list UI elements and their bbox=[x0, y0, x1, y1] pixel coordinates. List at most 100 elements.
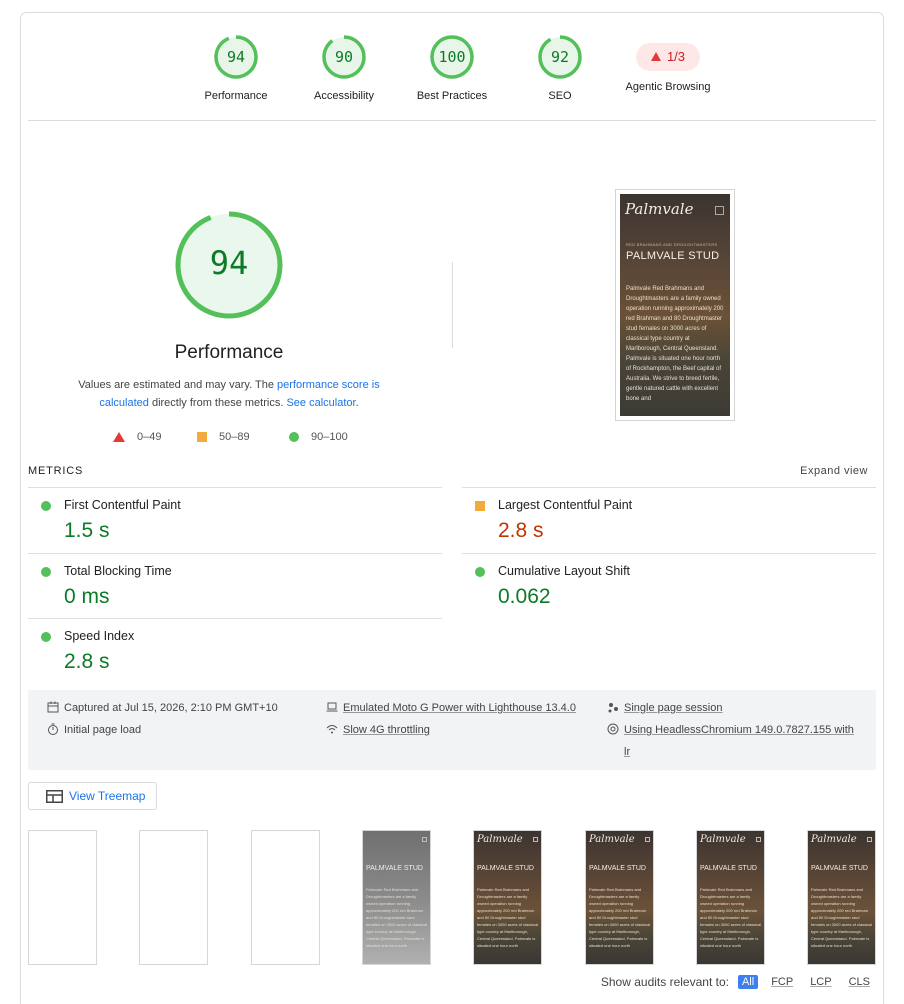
frame-heading: PALMVALE STUD bbox=[477, 865, 534, 872]
session-text: Single page session bbox=[624, 702, 723, 714]
browser-text: lr bbox=[624, 746, 631, 758]
metric-tbt: Total Blocking Time 0 ms bbox=[28, 553, 442, 619]
laptop-icon bbox=[326, 702, 338, 712]
performance-gauge: 94 bbox=[174, 210, 284, 320]
filmstrip-frame bbox=[28, 830, 97, 965]
legend-pass: 90–100 bbox=[289, 430, 348, 444]
warning-triangle-icon bbox=[650, 52, 661, 61]
menu-icon bbox=[715, 206, 724, 215]
treemap-label: View Treemap bbox=[69, 789, 146, 803]
session-type[interactable]: Single page session bbox=[607, 697, 722, 719]
menu-icon bbox=[645, 837, 650, 842]
menu-icon bbox=[867, 837, 872, 842]
gauge-label: Agentic Browsing bbox=[625, 81, 711, 93]
agentic-badge: 1/3 bbox=[636, 43, 700, 71]
gauge-label: Accessibility bbox=[314, 90, 374, 102]
metric-cls: Cumulative Layout Shift 0.062 bbox=[462, 553, 876, 619]
performance-score: 94 bbox=[209, 244, 249, 282]
screenshot-image: Palmvale RED BRAHMANS AND DROUGHTMASTERS… bbox=[620, 194, 730, 416]
runtime-settings: Captured at Jul 15, 2026, 2:10 PM GMT+10… bbox=[28, 690, 876, 770]
browser-text: Using HeadlessChromium 149.0.7827.155 wi… bbox=[624, 724, 854, 736]
filter-lcp[interactable]: LCP bbox=[806, 975, 835, 989]
metric-name: Total Blocking Time bbox=[64, 564, 172, 578]
treemap-icon bbox=[46, 790, 63, 803]
desc-text: directly from these metrics. bbox=[148, 397, 287, 409]
frame-body: Palmvale Red Brahmans and Droughtmasters… bbox=[366, 887, 428, 948]
desc-text: Values are estimated and may vary. The bbox=[78, 379, 277, 391]
filmstrip-frame: PALMVALE STUD Palmvale Red Brahmans and … bbox=[362, 830, 431, 965]
fail-triangle-icon bbox=[113, 432, 125, 442]
view-treemap-button[interactable]: View Treemap bbox=[28, 782, 157, 810]
gauge-performance[interactable]: 94 Performance bbox=[181, 34, 291, 102]
final-screenshot[interactable]: Palmvale RED BRAHMANS AND DROUGHTMASTERS… bbox=[615, 189, 735, 421]
agentic-value: 1/3 bbox=[666, 49, 686, 64]
gauge-score: 94 bbox=[226, 48, 246, 66]
gauge-seo[interactable]: 92 SEO bbox=[505, 34, 615, 102]
filter-cls[interactable]: CLS bbox=[845, 975, 874, 989]
gauge-score: 90 bbox=[334, 48, 354, 66]
calendar-icon bbox=[47, 701, 59, 713]
filmstrip-frame: Palmvale PALMVALE STUD Palmvale Red Brah… bbox=[473, 830, 542, 965]
legend-average: 50–89 bbox=[197, 430, 250, 444]
pass-circle-icon bbox=[41, 567, 51, 577]
filmstrip-frame: Palmvale PALMVALE STUD Palmvale Red Brah… bbox=[696, 830, 765, 965]
gauge-label: Best Practices bbox=[416, 90, 488, 102]
frame-heading: PALMVALE STUD bbox=[700, 865, 757, 872]
frame-heading: PALMVALE STUD bbox=[811, 865, 868, 872]
load-text: Initial page load bbox=[64, 724, 142, 736]
chromium-icon bbox=[607, 723, 619, 735]
gauge-best-practices[interactable]: 100 Best Practices bbox=[397, 34, 507, 102]
filmstrip-frame bbox=[251, 830, 320, 965]
gauge-score: 92 bbox=[550, 48, 570, 66]
gauge-score: 100 bbox=[438, 48, 466, 66]
vertical-separator bbox=[452, 262, 453, 348]
average-square-icon bbox=[197, 432, 207, 442]
expand-view-toggle[interactable]: Expand view bbox=[800, 465, 868, 477]
filmstrip-frame: Palmvale PALMVALE STUD Palmvale Red Brah… bbox=[807, 830, 876, 965]
metric-fcp: First Contentful Paint 1.5 s bbox=[28, 487, 442, 553]
gauge-agentic-browsing[interactable]: 1/3 Agentic Browsing bbox=[613, 34, 723, 93]
frame-body: Palmvale Red Brahmans and Droughtmasters… bbox=[589, 887, 651, 948]
frame-body: Palmvale Red Brahmans and Droughtmasters… bbox=[477, 887, 539, 948]
metric-value: 0.062 bbox=[498, 585, 551, 608]
menu-icon bbox=[756, 837, 761, 842]
filter-label: Show audits relevant to: bbox=[600, 975, 729, 989]
filter-all[interactable]: All bbox=[737, 975, 759, 989]
divider bbox=[28, 120, 876, 121]
metric-name: Largest Contentful Paint bbox=[498, 498, 633, 512]
desc-text: . bbox=[355, 397, 359, 409]
metric-value: 2.8 s bbox=[64, 650, 110, 673]
network-throttling[interactable]: Slow 4G throttling bbox=[326, 719, 430, 741]
legend-label: 90–100 bbox=[311, 431, 348, 443]
throttling-text: Slow 4G throttling bbox=[343, 724, 430, 736]
performance-title: Performance bbox=[174, 342, 284, 363]
audit-filter: Show audits relevant to: All FCP LCP CLS bbox=[601, 975, 874, 989]
device-emulation[interactable]: Emulated Moto G Power with Lighthouse 13… bbox=[326, 697, 576, 719]
frame-heading: PALMVALE STUD bbox=[589, 865, 646, 872]
metric-name: First Contentful Paint bbox=[64, 498, 181, 512]
site-body: Palmvale Red Brahmans and Droughtmasters… bbox=[626, 286, 724, 402]
legend-label: 0–49 bbox=[137, 431, 162, 443]
frame-body: Palmvale Red Brahmans and Droughtmasters… bbox=[700, 887, 762, 948]
legend-label: 50–89 bbox=[219, 431, 250, 443]
category-gauges: 94 Performance 90 Accessibility 100 Best… bbox=[0, 0, 904, 120]
browser-info-cont[interactable]: lr bbox=[624, 741, 630, 763]
pass-circle-icon bbox=[289, 432, 299, 442]
filmstrip-frame: Palmvale PALMVALE STUD Palmvale Red Brah… bbox=[585, 830, 654, 965]
gauge-label: SEO bbox=[548, 90, 572, 102]
pass-circle-icon bbox=[41, 632, 51, 642]
filter-fcp[interactable]: FCP bbox=[767, 975, 797, 989]
menu-icon bbox=[422, 837, 427, 842]
metric-lcp: Largest Contentful Paint 2.8 s bbox=[462, 487, 876, 553]
frame-logo: Palmvale bbox=[700, 834, 746, 845]
frame-logo: Palmvale bbox=[477, 834, 523, 845]
see-calculator-link[interactable]: See calculator bbox=[286, 397, 355, 409]
frame-body: Palmvale Red Brahmans and Droughtmasters… bbox=[811, 887, 873, 948]
pass-circle-icon bbox=[475, 567, 485, 577]
average-square-icon bbox=[475, 501, 485, 511]
performance-description: Values are estimated and may vary. The p… bbox=[60, 376, 398, 412]
browser-info[interactable]: Using HeadlessChromium 149.0.7827.155 wi… bbox=[607, 719, 854, 741]
gauge-accessibility[interactable]: 90 Accessibility bbox=[289, 34, 399, 102]
device-text: Emulated Moto G Power with Lighthouse 13… bbox=[343, 702, 576, 714]
gauge-ring: 90 bbox=[321, 34, 367, 80]
